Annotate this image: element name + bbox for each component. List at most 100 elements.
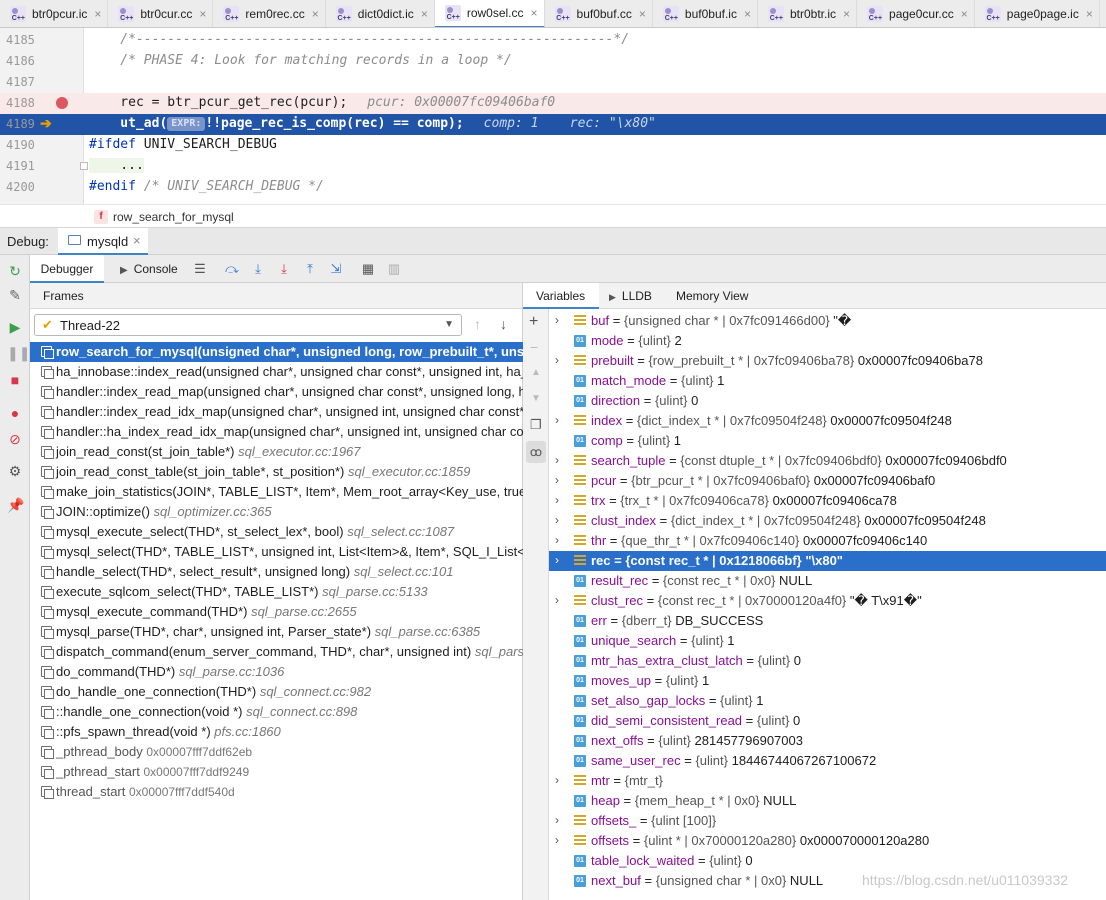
close-icon[interactable]: × [531,6,538,20]
code-line[interactable]: 4187 [0,72,1106,93]
step-out-icon[interactable]: ⤒ [302,261,318,277]
variable-row[interactable]: 01 heap = {mem_heap_t * | 0x0} NULL [549,791,1106,811]
frame-row[interactable]: handler::ha_index_read_idx_map(unsigned … [30,422,523,442]
frame-row[interactable]: JOIN::optimize() sql_optimizer.cc:365 [30,502,523,522]
chevron-right-icon[interactable]: › [555,553,559,567]
code-line[interactable]: 4200 #endif /* UNIV_SEARCH_DEBUG */ [0,177,1106,198]
chevron-right-icon[interactable]: › [555,473,559,487]
frame-row[interactable]: thread_start 0x00007fff7ddf540d [30,782,523,802]
move-down-icon[interactable]: ▼ [531,393,541,404]
tab-page0page-ic[interactable]: C++ page0page.ic × [975,0,1100,27]
variable-row[interactable]: › clust_rec = {const rec_t * | 0x70000120… [549,591,1106,611]
variable-row[interactable]: 01 next_offs = {ulint} 281457796907003 [549,731,1106,751]
frame-row[interactable]: mysql_parse(THD*, char*, unsigned int, P… [30,622,523,642]
resume-icon[interactable]: ▶ [7,319,23,335]
chevron-right-icon[interactable]: › [555,533,559,547]
variable-row[interactable]: 01 mode = {ulint} 2 [549,331,1106,351]
rerun-icon[interactable]: ↻ [7,263,23,279]
tab-dict0dict-ic[interactable]: C++ dict0dict.ic × [326,0,435,27]
frame-row[interactable]: row_search_for_mysql(unsigned char*, uns… [30,342,523,362]
code-editor[interactable]: 4185 /*---------------------------------… [0,28,1106,204]
chevron-right-icon[interactable]: › [555,813,559,827]
code-line[interactable]: 4189 ➔ ut_ad(EXPR: !!page_rec_is_comp(rec)… [0,114,1106,135]
breakpoint-icon[interactable] [56,97,68,109]
variable-row[interactable]: › mtr = {mtr_t} [549,771,1106,791]
tab-memory-view[interactable]: Memory View [676,289,748,303]
variable-row[interactable]: 01 err = {dberr_t} DB_SUCCESS [549,611,1106,631]
frame-row[interactable]: mysql_select(THD*, TABLE_LIST*, unsigned… [30,542,523,562]
tab-mysqld-session[interactable]: mysqld × [58,228,148,255]
variable-row[interactable]: 01 comp = {ulint} 1 [549,431,1106,451]
fold-icon[interactable] [80,162,88,170]
frame-row[interactable]: ::handle_one_connection(void *) sql_conn… [30,702,523,722]
tab-variables[interactable]: Variables [523,283,599,309]
show-execution-point-icon[interactable]: ⤼ [224,261,240,277]
variable-row[interactable]: › buf = {unsigned char * | 0x7fc091466d00… [549,311,1106,331]
run-to-cursor-icon[interactable]: ⇲ [328,261,344,277]
close-icon[interactable]: × [312,7,319,21]
glasses-icon[interactable]: ꝏ [526,441,546,463]
chevron-right-icon[interactable]: › [555,353,559,367]
tab-rem0rec-cc[interactable]: C++ rem0rec.cc × [213,0,326,27]
tab-console[interactable]: ▶ Console [120,255,190,283]
frame-row[interactable]: mysql_execute_command(THD*) sql_parse.cc… [30,602,523,622]
variable-row[interactable]: › search_tuple = {const dtuple_t * | 0x7f… [549,451,1106,471]
variable-row[interactable]: 01 mtr_has_extra_clust_latch = {ulint} 0 [549,651,1106,671]
variable-row[interactable]: 01 set_also_gap_locks = {ulint} 1 [549,691,1106,711]
tab-debugger[interactable]: Debugger [30,255,104,283]
menu-lines-icon[interactable]: ☰ [192,261,208,277]
frame-row[interactable]: ha_innobase::index_read(unsigned char*, … [30,362,523,382]
breadcrumb[interactable]: f row_search_for_mysql [0,204,1106,228]
tab-row0sel-cc[interactable]: C++ row0sel.cc × [434,0,545,27]
arrow-up-icon[interactable]: ↑ [474,316,481,332]
chevron-right-icon[interactable]: › [555,833,559,847]
add-watch-icon[interactable]: + [529,313,538,331]
chevron-right-icon[interactable]: › [555,413,559,427]
copy-icon[interactable]: ❐ [530,417,542,433]
chevron-right-icon[interactable]: › [555,513,559,527]
code-line[interactable]: 4186 /* PHASE 4: Look for matching recor… [0,51,1106,72]
remove-watch-icon[interactable]: − [530,339,538,355]
frame-row[interactable]: ::pfs_spawn_thread(void *) pfs.cc:1860 [30,722,523,742]
code-line[interactable]: 4188 rec = btr_pcur_get_rec(pcur); pcur: … [0,93,1106,114]
code-line[interactable]: 4191 ... [0,156,1106,177]
thread-select[interactable]: ✔ Thread-22 ▼ [34,314,462,336]
frame-row[interactable]: do_command(THD*) sql_parse.cc:1036 [30,662,523,682]
tab-buf0buf-ic[interactable]: C++ buf0buf.ic × [653,0,758,27]
close-icon[interactable]: × [744,7,751,21]
frame-row[interactable]: join_read_const(st_join_table*) sql_exec… [30,442,523,462]
pause-icon[interactable]: ❚❚ [7,345,30,361]
frame-row[interactable]: mysql_execute_select(THD*, st_select_lex… [30,522,523,542]
layout-icon[interactable]: ▥ [386,261,402,277]
expr-badge[interactable]: EXPR: [167,117,206,131]
close-icon[interactable]: × [94,7,101,21]
frame-row[interactable]: handler::index_read_map(unsigned char*, … [30,382,523,402]
frame-row[interactable]: handler::index_read_idx_map(unsigned cha… [30,402,523,422]
arrow-down-icon[interactable]: ↓ [500,316,507,332]
view-breakpoints-icon[interactable]: ● [7,405,23,421]
breadcrumb-function[interactable]: row_search_for_mysql [113,210,234,224]
chevron-right-icon[interactable]: › [555,493,559,507]
gear-icon[interactable]: ⚙ [7,463,23,479]
tab-buf0buf-cc[interactable]: C++ buf0buf.cc × [545,0,653,27]
variable-row[interactable]: › clust_index = {dict_index_t * | 0x7fc09… [549,511,1106,531]
variable-row[interactable]: 01 unique_search = {ulint} 1 [549,631,1106,651]
close-icon[interactable]: × [199,7,206,21]
chevron-right-icon[interactable]: › [555,453,559,467]
variable-row[interactable]: › offsets_ = {ulint [100]} [549,811,1106,831]
variable-row[interactable]: 01 did_semi_consistent_read = {ulint} 0 [549,711,1106,731]
variable-row[interactable]: › pcur = {btr_pcur_t * | 0x7fc09406baf0} … [549,471,1106,491]
frame-row[interactable]: make_join_statistics(JOIN*, TABLE_LIST*,… [30,482,523,502]
step-into-icon[interactable]: ⤓ [276,261,292,277]
chevron-right-icon[interactable]: › [555,313,559,327]
close-icon[interactable]: × [843,7,850,21]
frame-row[interactable]: join_read_const_table(st_join_table*, st… [30,462,523,482]
variable-row[interactable]: › offsets = {ulint * | 0x70000120a280} 0x… [549,831,1106,851]
close-icon[interactable]: × [961,7,968,21]
pin-icon[interactable]: 📌 [7,497,24,513]
variable-row[interactable]: 01 moves_up = {ulint} 1 [549,671,1106,691]
code-line[interactable]: 4185 /*---------------------------------… [0,30,1106,51]
mute-breakpoints-icon[interactable]: ⊘ [7,431,23,447]
tab-btr0btr-ic[interactable]: C++ btr0btr.ic × [758,0,858,27]
variable-row[interactable]: 01 direction = {ulint} 0 [549,391,1106,411]
